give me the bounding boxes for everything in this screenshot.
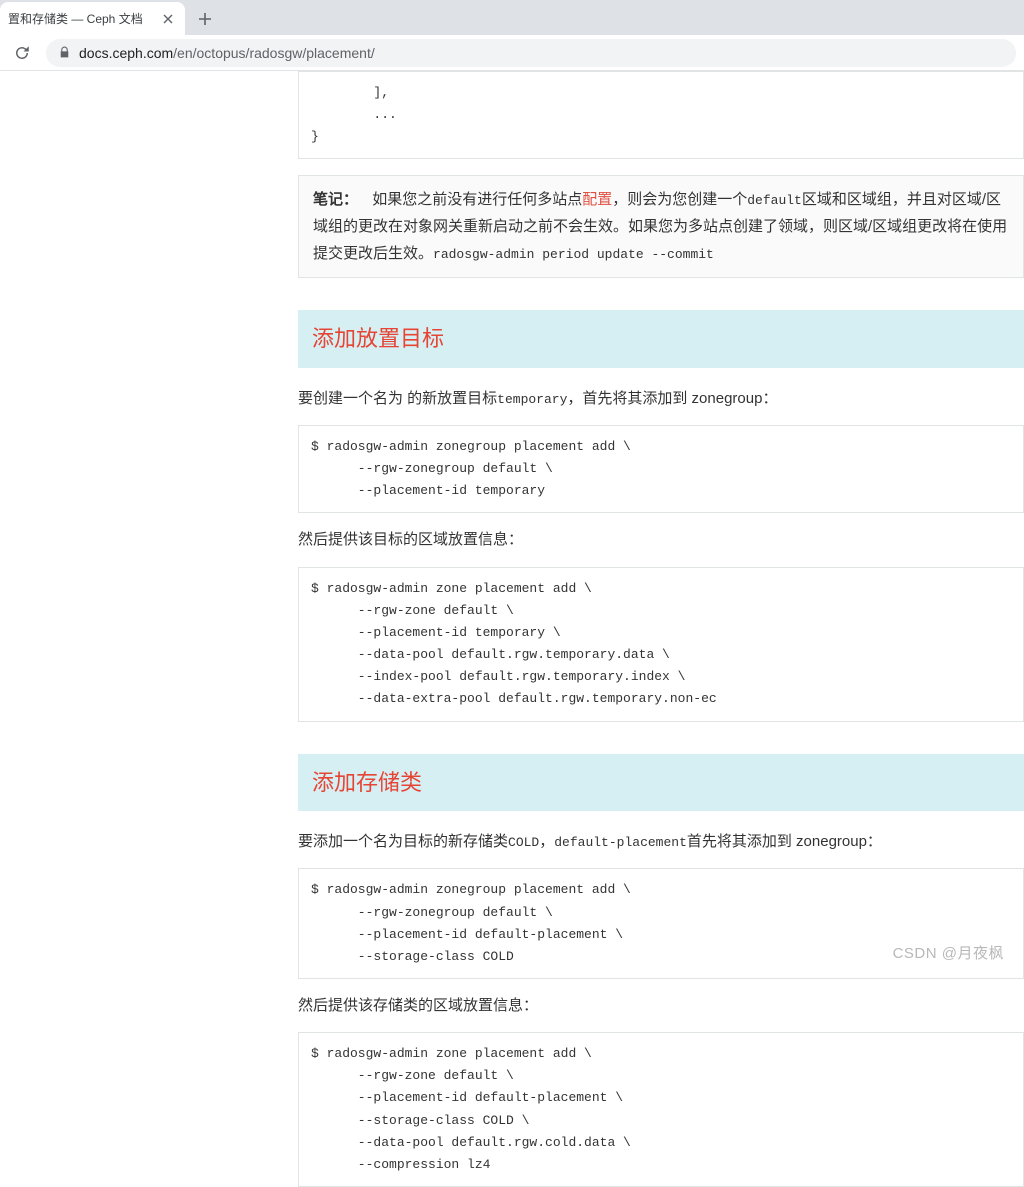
section-add-placement-target: 添加放置目标 — [298, 310, 1024, 367]
section2-mid: 然后提供该存储类的区域放置信息： — [298, 993, 1024, 1019]
note-link[interactable]: 配置 — [582, 191, 612, 208]
url-text: docs.ceph.com/en/octopus/radosgw/placeme… — [79, 45, 375, 61]
url-input[interactable]: docs.ceph.com/en/octopus/radosgw/placeme… — [46, 39, 1016, 67]
code-block-zonegroup-add: $ radosgw-admin zonegroup placement add … — [298, 425, 1024, 513]
watermark: CSDN @月夜枫 — [893, 942, 1004, 963]
note-label: 笔记： — [313, 191, 358, 208]
tab-title: 置和存储类 — Ceph 文档 — [8, 10, 161, 27]
section-add-storage-class: 添加存储类 — [298, 754, 1024, 811]
doc-content: ], ... } 笔记： 如果您之前没有进行任何多站点配置，则会为您创建一个de… — [298, 71, 1024, 975]
close-icon[interactable] — [161, 12, 175, 26]
browser-tabstrip: 置和存储类 — Ceph 文档 — [0, 0, 1024, 35]
left-margin — [0, 71, 298, 975]
new-tab-button[interactable] — [191, 5, 219, 33]
code-block-top: ], ... } — [298, 71, 1024, 159]
page-viewport: ], ... } 笔记： 如果您之前没有进行任何多站点配置，则会为您创建一个de… — [0, 71, 1024, 975]
section1-intro: 要创建一个名为 的新放置目标temporary，首先将其添加到 zonegrou… — [298, 386, 1024, 412]
address-bar: docs.ceph.com/en/octopus/radosgw/placeme… — [0, 35, 1024, 71]
code-block-storage-zone: $ radosgw-admin zone placement add \ --r… — [298, 1032, 1024, 1187]
section1-mid: 然后提供该目标的区域放置信息： — [298, 527, 1024, 553]
code-block-zone-add: $ radosgw-admin zone placement add \ --r… — [298, 567, 1024, 722]
lock-icon — [58, 46, 71, 59]
browser-tab[interactable]: 置和存储类 — Ceph 文档 — [0, 2, 185, 35]
reload-button[interactable] — [8, 39, 36, 67]
note-box: 笔记： 如果您之前没有进行任何多站点配置，则会为您创建一个default区域和区… — [298, 175, 1024, 278]
section2-intro: 要添加一个名为目标的新存储类COLD，default-placement首先将其… — [298, 829, 1024, 855]
